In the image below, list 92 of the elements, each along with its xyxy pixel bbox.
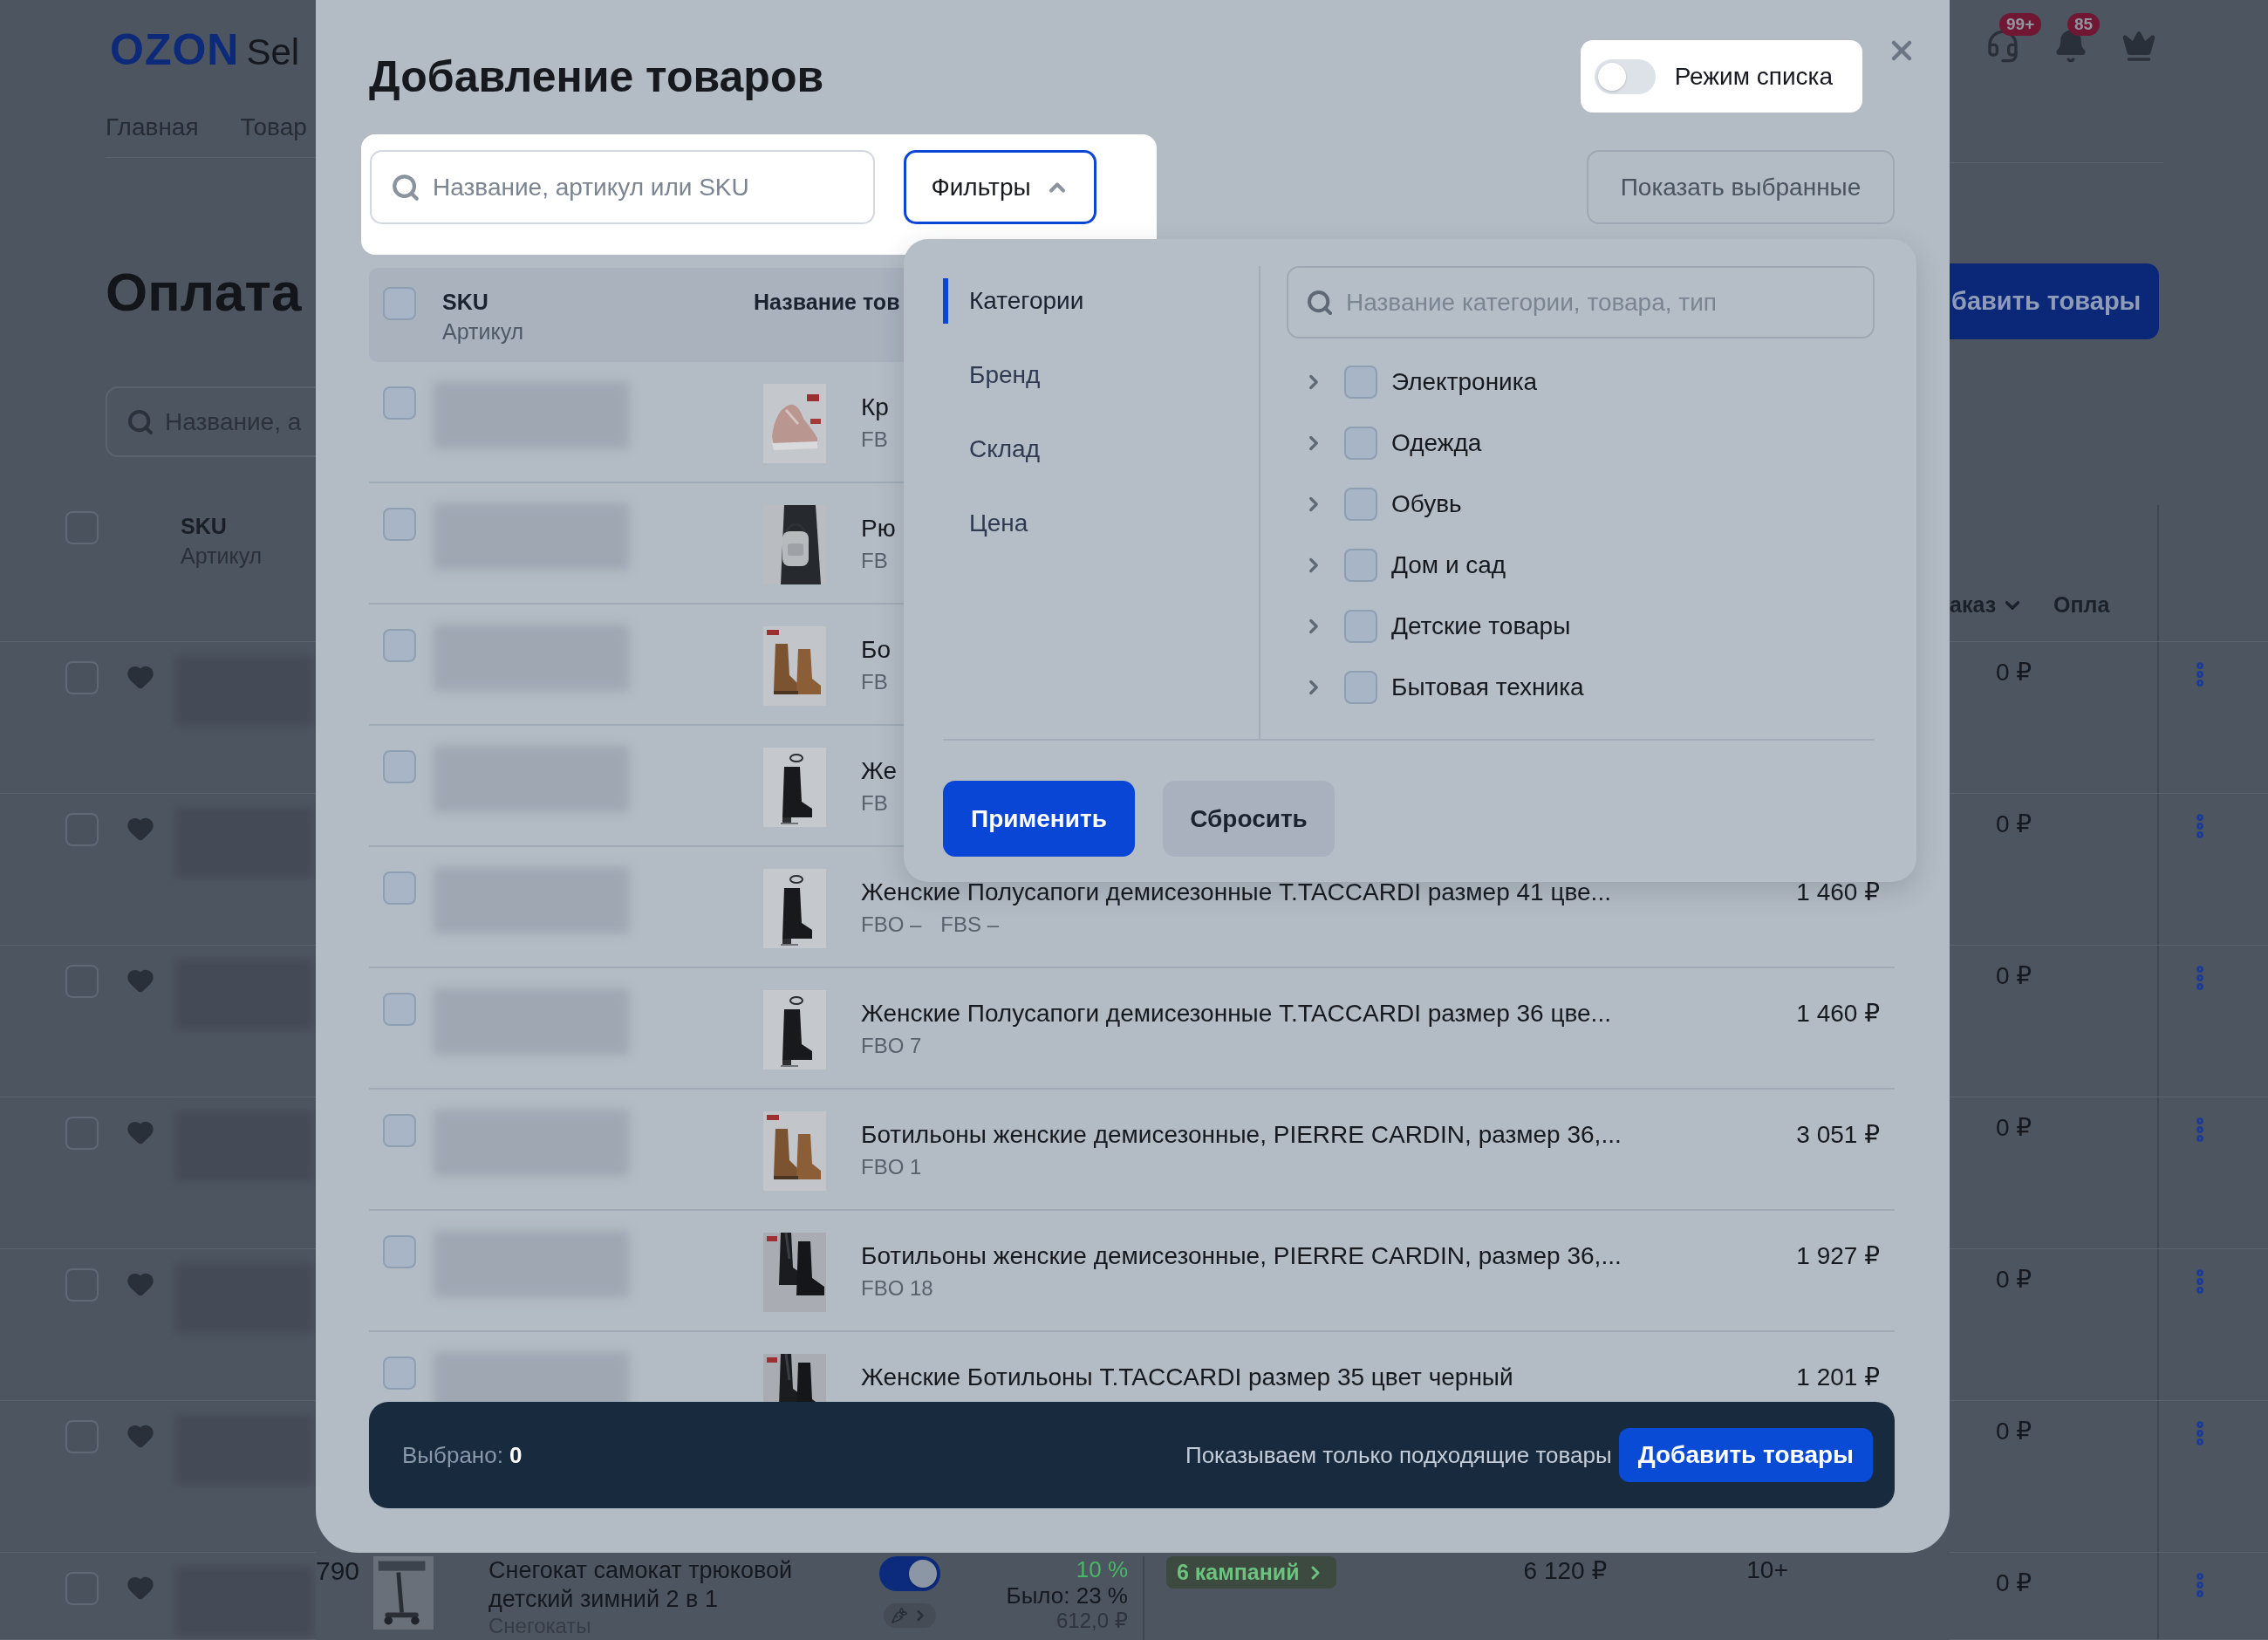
amount: 0 ₽ xyxy=(1996,1569,2032,1596)
product-name: Рю xyxy=(861,514,896,543)
checkbox[interactable] xyxy=(383,386,416,420)
stock-info: FBO – xyxy=(861,912,922,938)
price: 1 460 ₽ xyxy=(1796,999,1880,1028)
product-name: Женские Полусапоги демисезонные T.TACCARDI размер 36 цве... xyxy=(861,999,1611,1028)
row-code: 790 xyxy=(316,1556,361,1586)
checkbox[interactable] xyxy=(1344,427,1377,460)
settings-pill[interactable] xyxy=(884,1603,936,1628)
category-label: Дом и сад xyxy=(1391,551,1506,579)
add-products-button[interactable]: бавить товары xyxy=(1950,263,2159,339)
stock-info: FB xyxy=(861,669,888,695)
toggle-switch[interactable] xyxy=(1594,58,1656,94)
bell-icon[interactable] xyxy=(2053,29,2088,64)
search-field[interactable]: Название, артикул или SKU xyxy=(370,150,875,224)
stock-info: FBS – xyxy=(940,912,1000,938)
checkbox[interactable] xyxy=(383,1356,416,1390)
filters-button[interactable]: Фильтры xyxy=(904,150,1096,224)
logo-text: Sel xyxy=(246,31,300,73)
search-icon xyxy=(391,172,420,202)
checkbox[interactable] xyxy=(1344,549,1377,582)
category-label: Бытовая техника xyxy=(1391,673,1584,701)
checkbox[interactable] xyxy=(1344,366,1377,399)
category-label: Электроника xyxy=(1391,368,1538,396)
product-name: Женские Ботильоны T.TACCARDI размер 35 цвет черный xyxy=(861,1363,1513,1392)
stock-info: FBO 1 xyxy=(861,1154,922,1180)
product-name: Женские Полусапоги демисезонные T.TACCARDI размер 41 цве... xyxy=(861,878,1611,907)
stock-info: FB xyxy=(861,548,888,574)
crown-icon[interactable] xyxy=(2121,29,2156,64)
headset-icon[interactable] xyxy=(1985,29,2020,64)
stock-info: FB xyxy=(861,427,888,453)
checkbox[interactable] xyxy=(1344,488,1377,521)
count-badge: 85 xyxy=(2067,13,2101,36)
product-name: Бо xyxy=(861,635,891,665)
category-label: Детские товары xyxy=(1391,612,1571,640)
hint-text: Показываем только подходящие товары xyxy=(1185,1441,1612,1469)
show-selected-button[interactable]: Показать выбранные xyxy=(1587,150,1895,224)
checkbox[interactable] xyxy=(383,1235,416,1268)
amount: 0 ₽ xyxy=(1996,1114,2032,1141)
page-title: Оплата xyxy=(106,261,303,324)
column-heading: SKU xyxy=(181,513,228,540)
amount: 0 ₽ xyxy=(1996,962,2032,989)
checkbox[interactable] xyxy=(383,871,416,905)
price: 6 120 ₽ xyxy=(1523,1556,1608,1585)
column-heading: SKU xyxy=(442,289,489,316)
search-icon xyxy=(126,407,154,436)
carrot-icon xyxy=(891,1607,908,1624)
selected-count: Выбрано: 0 xyxy=(402,1441,523,1469)
price: 3 051 ₽ xyxy=(1796,1120,1880,1150)
add-products-button[interactable]: Добавить товары xyxy=(1618,1428,1873,1482)
checkbox[interactable] xyxy=(383,508,416,541)
reset-button[interactable]: Сбросить xyxy=(1163,781,1335,857)
stock-info: FBO 18 xyxy=(861,1275,933,1302)
product-name: Ботильоны женские демисезонные, PIERRE CARDIN, размер 36,... xyxy=(861,1120,1622,1150)
checkbox[interactable] xyxy=(383,287,416,320)
checkbox[interactable] xyxy=(383,993,416,1026)
column-subheading: Артикул xyxy=(442,318,525,345)
checkbox[interactable] xyxy=(1344,610,1377,643)
product-name: Же xyxy=(861,756,898,786)
apply-button[interactable]: Применить xyxy=(943,781,1135,857)
product-name: Кр xyxy=(861,393,889,422)
amount: 0 ₽ xyxy=(1996,1266,2032,1293)
category-label: Одежда xyxy=(1391,429,1482,457)
filter-section-tab[interactable]: Категории xyxy=(943,278,1259,324)
toggle-label: Режим списка xyxy=(1674,62,1833,91)
dialog-title: Добавление товаров xyxy=(369,51,825,102)
checkbox[interactable] xyxy=(1344,671,1377,704)
product-name: Ботильоны женские демисезонные, PIERRE CARDIN, размер 36,... xyxy=(861,1241,1622,1271)
checkbox[interactable] xyxy=(383,1114,416,1147)
product-name: Снегокат самокат трюковой детский зимний 2 в 1 xyxy=(488,1556,794,1614)
column-heading: Название тов xyxy=(754,289,900,316)
discount-text: 10 % xyxy=(1076,1556,1128,1582)
filter-section-tab[interactable]: Цена xyxy=(943,501,1259,546)
toggle-switch[interactable] xyxy=(879,1556,940,1591)
checkbox[interactable] xyxy=(383,750,416,783)
search-icon xyxy=(1306,288,1334,317)
category-label: Обувь xyxy=(1391,490,1462,518)
stock-info: FBO 7 xyxy=(861,1033,922,1059)
price: 1 460 ₽ xyxy=(1796,878,1880,907)
filter-section-tab[interactable]: Бренд xyxy=(943,352,1259,398)
amount: 0 ₽ xyxy=(1996,810,2032,837)
amount: 0 ₽ xyxy=(1996,659,2032,686)
checkbox[interactable] xyxy=(383,629,416,662)
price: 1 927 ₽ xyxy=(1796,1241,1880,1271)
filter-section-tab[interactable]: Склад xyxy=(943,427,1259,472)
price: 1 201 ₽ xyxy=(1796,1363,1880,1392)
campaigns-badge[interactable]: 6 кампаний xyxy=(1166,1556,1336,1589)
previous-discount: Было: 23 % xyxy=(1006,1582,1128,1609)
stock-count: 10+ xyxy=(1746,1556,1788,1584)
count-badge: 99+ xyxy=(1999,13,2042,36)
amount: 0 ₽ xyxy=(1996,1418,2032,1445)
stock-info: FB xyxy=(861,790,888,817)
